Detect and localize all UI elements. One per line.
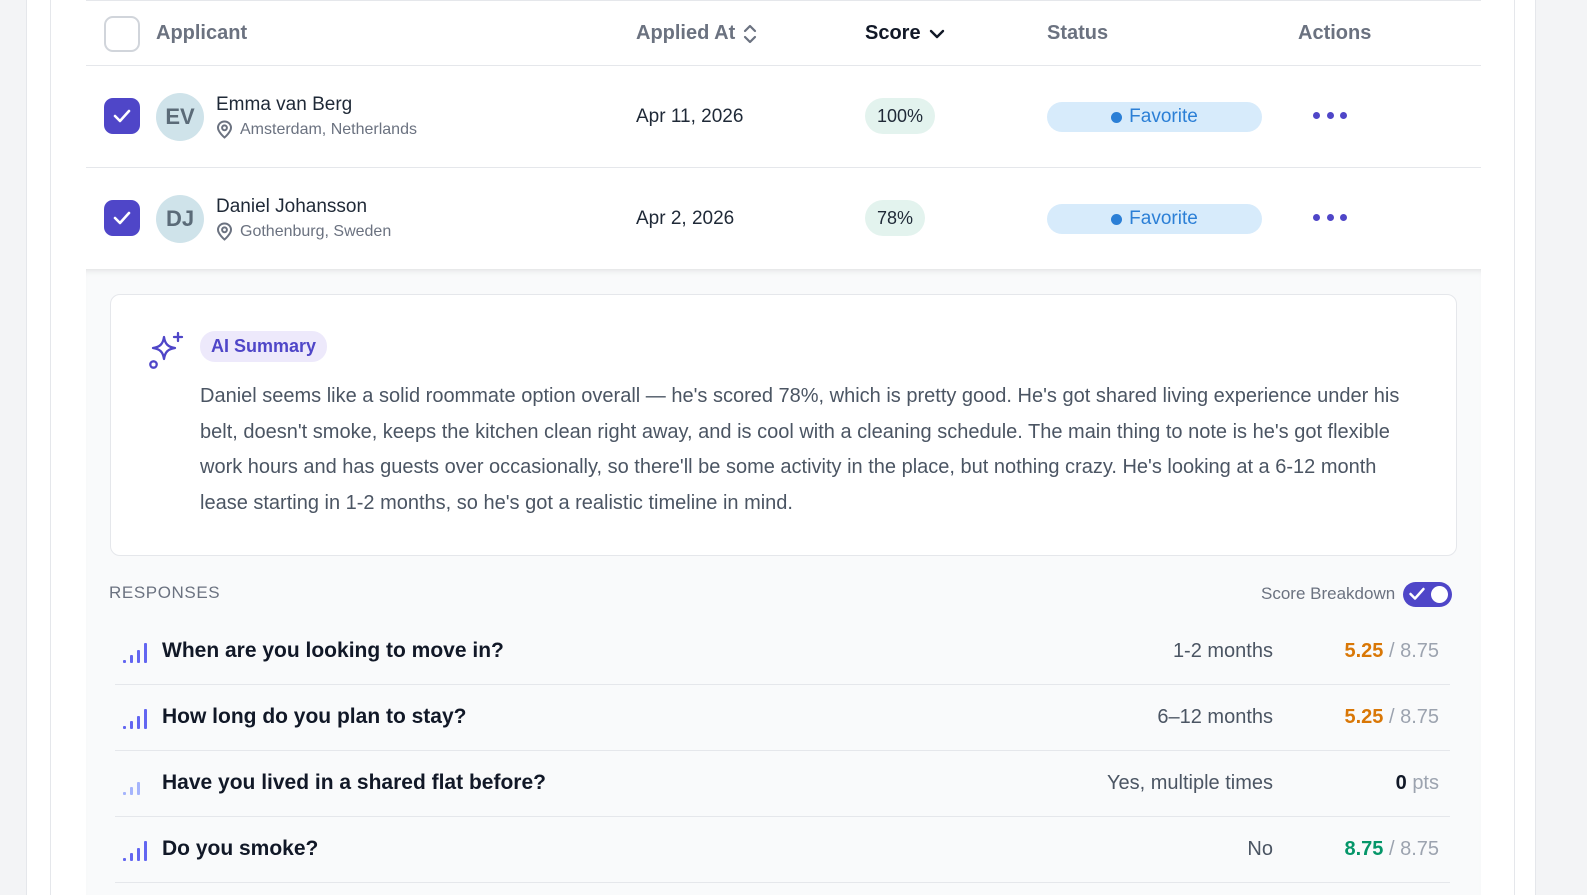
score-breakdown-toggle[interactable] xyxy=(1403,582,1452,607)
score-badge: 100% xyxy=(865,98,936,134)
status-dot-icon xyxy=(1111,111,1123,123)
check-icon xyxy=(113,211,131,225)
location-pin-icon xyxy=(216,222,233,241)
response-row: Do you smoke? No 8.75 / 8.75 xyxy=(115,817,1450,883)
dot-icon xyxy=(1326,213,1334,221)
response-answer: 1-2 months xyxy=(1172,640,1273,662)
check-icon xyxy=(1409,587,1425,600)
ai-summary-badge: AI Summary xyxy=(200,331,328,362)
points-earned: 0 xyxy=(1395,772,1407,794)
column-header-actions: Actions xyxy=(1298,22,1372,44)
signal-strength-icon xyxy=(123,709,147,729)
response-points: 0 pts xyxy=(1396,772,1439,795)
ai-summary-card: AI Summary Daniel seems like a solid roo… xyxy=(110,294,1457,556)
signal-strength-icon xyxy=(123,841,147,861)
score-breakdown-label: Score Breakdown xyxy=(1261,584,1396,603)
sort-icon xyxy=(744,24,757,43)
status-badge[interactable]: Favorite xyxy=(1047,204,1262,234)
select-all-checkbox[interactable] xyxy=(104,16,140,52)
points-max: / 8.75 xyxy=(1388,706,1439,728)
response-answer: Yes, multiple times xyxy=(1107,772,1273,794)
applicant-location: Gothenburg, Sweden xyxy=(216,222,391,241)
response-answer: No xyxy=(1247,838,1273,860)
dot-icon xyxy=(1313,213,1320,221)
applicant-name[interactable]: Daniel Johansson xyxy=(216,196,367,218)
sparkles-icon xyxy=(149,331,184,369)
avatar: EV xyxy=(156,93,204,141)
applicants-table: Applicant Applied At Score Status Action… xyxy=(86,0,1481,270)
response-question: When are you looking to move in? xyxy=(162,639,504,662)
applied-date: Apr 2, 2026 xyxy=(636,208,735,229)
column-header-applicant[interactable]: Applicant xyxy=(156,22,247,45)
check-icon xyxy=(113,109,131,123)
points-max: / 8.75 xyxy=(1388,838,1439,860)
response-points: 8.75 / 8.75 xyxy=(1344,838,1439,861)
points-earned: 5.25 xyxy=(1344,706,1384,728)
dot-icon xyxy=(1326,111,1334,119)
points-max: / 8.75 xyxy=(1388,640,1439,662)
table-row[interactable]: DJ Daniel Johansson Gothenburg, Sweden A… xyxy=(86,168,1481,270)
points-earned: 5.25 xyxy=(1344,640,1384,662)
status-badge[interactable]: Favorite xyxy=(1047,102,1262,132)
response-answer: 6–12 months xyxy=(1157,706,1273,728)
more-actions-button[interactable] xyxy=(1313,104,1347,126)
signal-strength-icon xyxy=(123,643,147,663)
applied-date: Apr 11, 2026 xyxy=(636,106,744,127)
status-dot-icon xyxy=(1111,213,1123,225)
chevron-down-icon xyxy=(929,29,944,38)
more-actions-button[interactable] xyxy=(1313,206,1347,228)
response-question: Have you lived in a shared flat before? xyxy=(162,771,546,794)
column-header-score[interactable]: Score xyxy=(865,22,945,45)
row-checkbox[interactable] xyxy=(104,98,140,134)
dot-icon xyxy=(1340,111,1347,119)
response-points: 5.25 / 8.75 xyxy=(1344,640,1439,663)
points-earned: 8.75 xyxy=(1344,838,1384,860)
ai-summary-text: Daniel seems like a solid roommate optio… xyxy=(200,385,1400,514)
signal-strength-icon xyxy=(123,782,140,795)
response-points: 5.25 / 8.75 xyxy=(1344,706,1439,729)
points-max: pts xyxy=(1412,772,1439,794)
table-header-row: Applicant Applied At Score Status Action… xyxy=(86,0,1481,66)
location-pin-icon xyxy=(216,120,233,139)
column-header-status[interactable]: Status xyxy=(1047,22,1108,45)
table-row[interactable]: EV Emma van Berg Amsterdam, Netherlands … xyxy=(86,66,1481,168)
applicant-location: Amsterdam, Netherlands xyxy=(216,120,417,139)
dot-icon xyxy=(1340,213,1347,221)
toggle-knob xyxy=(1431,586,1448,603)
response-question: How long do you plan to stay? xyxy=(162,705,467,728)
row-checkbox[interactable] xyxy=(104,200,140,236)
applicant-name[interactable]: Emma van Berg xyxy=(216,94,352,116)
response-question: Do you smoke? xyxy=(162,837,319,860)
response-row: How long do you plan to stay? 6–12 month… xyxy=(115,685,1450,751)
dot-icon xyxy=(1313,111,1320,119)
response-row: When are you looking to move in? 1-2 mon… xyxy=(115,619,1450,685)
score-badge: 78% xyxy=(865,200,926,236)
response-row: Have you lived in a shared flat before? … xyxy=(115,751,1450,817)
responses-heading: RESPONSES xyxy=(109,583,221,602)
column-header-applied-at[interactable]: Applied At xyxy=(636,22,757,45)
avatar: DJ xyxy=(156,195,204,243)
applicant-detail-panel: AI Summary Daniel seems like a solid roo… xyxy=(86,269,1481,895)
